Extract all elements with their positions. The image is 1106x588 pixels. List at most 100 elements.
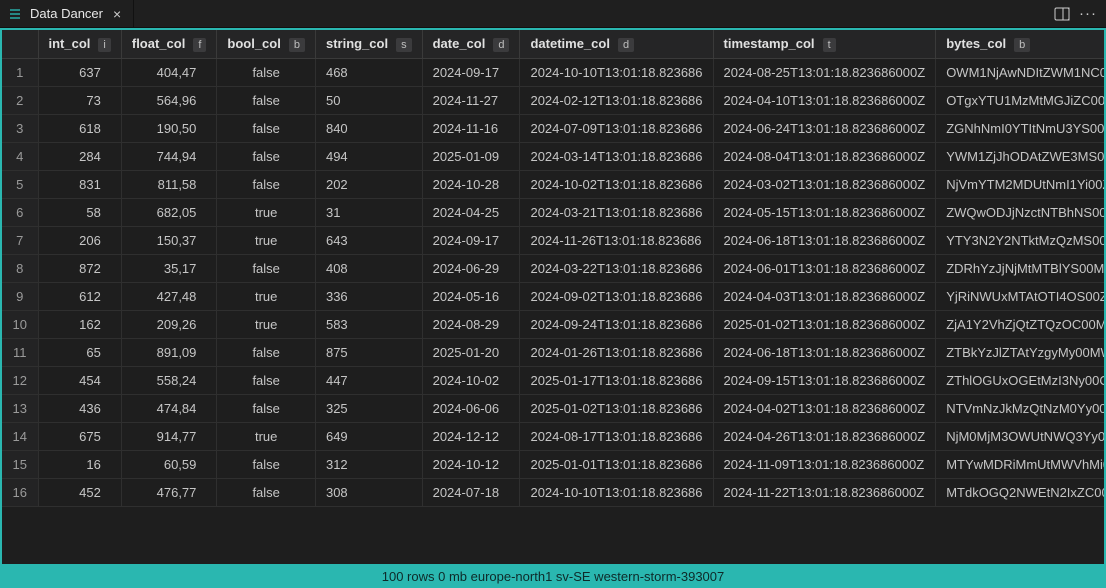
cell[interactable]: 2024-05-16	[422, 282, 520, 310]
column-header-float_col[interactable]: float_colf	[121, 30, 217, 58]
table-row[interactable]: 13436474,84false3252024-06-062025-01-02T…	[2, 394, 1104, 422]
cell[interactable]: 875	[315, 338, 422, 366]
table-row[interactable]: 4284744,94false4942025-01-092024-03-14T1…	[2, 142, 1104, 170]
cell[interactable]: true	[217, 282, 316, 310]
more-actions-icon[interactable]: ···	[1080, 6, 1096, 22]
tab-close-button[interactable]: ×	[111, 6, 123, 22]
cell[interactable]: 675	[38, 422, 121, 450]
cell[interactable]: 612	[38, 282, 121, 310]
cell[interactable]: false	[217, 450, 316, 478]
cell[interactable]: 583	[315, 310, 422, 338]
cell[interactable]: false	[217, 86, 316, 114]
cell[interactable]: 494	[315, 142, 422, 170]
cell[interactable]: 209,26	[121, 310, 217, 338]
cell[interactable]: 60,59	[121, 450, 217, 478]
cell[interactable]: 202	[315, 170, 422, 198]
cell[interactable]: 744,94	[121, 142, 217, 170]
cell[interactable]: ZTBkYzJlZTAtYzgyMy00MWM1L	[936, 338, 1104, 366]
cell[interactable]: 308	[315, 478, 422, 506]
cell[interactable]: 564,96	[121, 86, 217, 114]
cell[interactable]: 2024-10-10T13:01:18.823686	[520, 58, 713, 86]
cell[interactable]: false	[217, 366, 316, 394]
cell[interactable]: 2024-06-24T13:01:18.823686000Z	[713, 114, 936, 142]
table-row[interactable]: 1165891,09false8752025-01-202024-01-26T1…	[2, 338, 1104, 366]
cell[interactable]: false	[217, 394, 316, 422]
cell[interactable]: 2024-08-04T13:01:18.823686000Z	[713, 142, 936, 170]
cell[interactable]: 2024-04-10T13:01:18.823686000Z	[713, 86, 936, 114]
editor-tab[interactable]: Data Dancer ×	[0, 0, 134, 27]
cell[interactable]: 2024-03-22T13:01:18.823686	[520, 254, 713, 282]
cell[interactable]: 2025-01-09	[422, 142, 520, 170]
cell[interactable]: 2025-01-02T13:01:18.823686	[520, 394, 713, 422]
cell[interactable]: 2024-02-12T13:01:18.823686	[520, 86, 713, 114]
cell[interactable]: 2025-01-01T13:01:18.823686	[520, 450, 713, 478]
cell[interactable]: 206	[38, 226, 121, 254]
column-header-datetime_col[interactable]: datetime_cold	[520, 30, 713, 58]
cell[interactable]: ZWQwODJjNzctNTBhNS00NTJjL	[936, 198, 1104, 226]
cell[interactable]: NjM0MjM3OWUtNWQ3Yy00Zm	[936, 422, 1104, 450]
cell[interactable]: 65	[38, 338, 121, 366]
cell[interactable]: 831	[38, 170, 121, 198]
cell[interactable]: ZThlOGUxOGEtMzI3Ny00OWU0	[936, 366, 1104, 394]
column-header-bytes_col[interactable]: bytes_colb	[936, 30, 1104, 58]
cell[interactable]: 811,58	[121, 170, 217, 198]
column-header-bool_col[interactable]: bool_colb	[217, 30, 316, 58]
cell[interactable]: 649	[315, 422, 422, 450]
cell[interactable]: 2024-06-06	[422, 394, 520, 422]
table-row[interactable]: 7206150,37true6432024-09-172024-11-26T13…	[2, 226, 1104, 254]
cell[interactable]: 2024-08-25T13:01:18.823686000Z	[713, 58, 936, 86]
cell[interactable]: true	[217, 310, 316, 338]
cell[interactable]: 2024-07-18	[422, 478, 520, 506]
cell[interactable]: 2024-10-28	[422, 170, 520, 198]
cell[interactable]: 2024-10-12	[422, 450, 520, 478]
cell[interactable]: 2025-01-17T13:01:18.823686	[520, 366, 713, 394]
cell[interactable]: 2024-09-02T13:01:18.823686	[520, 282, 713, 310]
cell[interactable]: 2024-05-15T13:01:18.823686000Z	[713, 198, 936, 226]
cell[interactable]: false	[217, 58, 316, 86]
cell[interactable]: 2024-06-18T13:01:18.823686000Z	[713, 226, 936, 254]
cell[interactable]: 2024-01-26T13:01:18.823686	[520, 338, 713, 366]
cell[interactable]: 2024-06-29	[422, 254, 520, 282]
data-grid-scroll[interactable]: int_colifloat_colfbool_colbstring_colsda…	[2, 30, 1104, 564]
cell[interactable]: false	[217, 338, 316, 366]
cell[interactable]: 336	[315, 282, 422, 310]
column-header-int_col[interactable]: int_coli	[38, 30, 121, 58]
cell[interactable]: 2024-06-18T13:01:18.823686000Z	[713, 338, 936, 366]
cell[interactable]: 73	[38, 86, 121, 114]
cell[interactable]: 2024-11-26T13:01:18.823686	[520, 226, 713, 254]
cell[interactable]: 2024-11-09T13:01:18.823686000Z	[713, 450, 936, 478]
cell[interactable]: 2025-01-20	[422, 338, 520, 366]
cell[interactable]: 447	[315, 366, 422, 394]
cell[interactable]: false	[217, 114, 316, 142]
cell[interactable]: 312	[315, 450, 422, 478]
cell[interactable]: true	[217, 198, 316, 226]
cell[interactable]: 872	[38, 254, 121, 282]
cell[interactable]: 454	[38, 366, 121, 394]
cell[interactable]: 468	[315, 58, 422, 86]
table-row[interactable]: 658682,05true312024-04-252024-03-21T13:0…	[2, 198, 1104, 226]
cell[interactable]: 2024-04-26T13:01:18.823686000Z	[713, 422, 936, 450]
cell[interactable]: false	[217, 254, 316, 282]
table-row[interactable]: 10162209,26true5832024-08-292024-09-24T1…	[2, 310, 1104, 338]
table-row[interactable]: 16452476,77false3082024-07-182024-10-10T…	[2, 478, 1104, 506]
cell[interactable]: 2024-07-09T13:01:18.823686	[520, 114, 713, 142]
cell[interactable]: 2025-01-02T13:01:18.823686000Z	[713, 310, 936, 338]
cell[interactable]: 2024-04-25	[422, 198, 520, 226]
table-row[interactable]: 14675914,77true6492024-12-122024-08-17T1…	[2, 422, 1104, 450]
cell[interactable]: 2024-04-02T13:01:18.823686000Z	[713, 394, 936, 422]
column-header-date_col[interactable]: date_cold	[422, 30, 520, 58]
cell[interactable]: 50	[315, 86, 422, 114]
cell[interactable]: false	[217, 478, 316, 506]
cell[interactable]: OWM1NjAwNDItZWM1NC00YT	[936, 58, 1104, 86]
cell[interactable]: 452	[38, 478, 121, 506]
cell[interactable]: 2024-10-10T13:01:18.823686	[520, 478, 713, 506]
cell[interactable]: 31	[315, 198, 422, 226]
cell[interactable]: 2024-10-02	[422, 366, 520, 394]
cell[interactable]: 2024-09-17	[422, 226, 520, 254]
cell[interactable]: 2024-11-27	[422, 86, 520, 114]
cell[interactable]: 2024-09-17	[422, 58, 520, 86]
cell[interactable]: 404,47	[121, 58, 217, 86]
table-row[interactable]: 1637404,47false4682024-09-172024-10-10T1…	[2, 58, 1104, 86]
cell[interactable]: 476,77	[121, 478, 217, 506]
cell[interactable]: NTVmNzJkMzQtNzM0Yy00MDE	[936, 394, 1104, 422]
